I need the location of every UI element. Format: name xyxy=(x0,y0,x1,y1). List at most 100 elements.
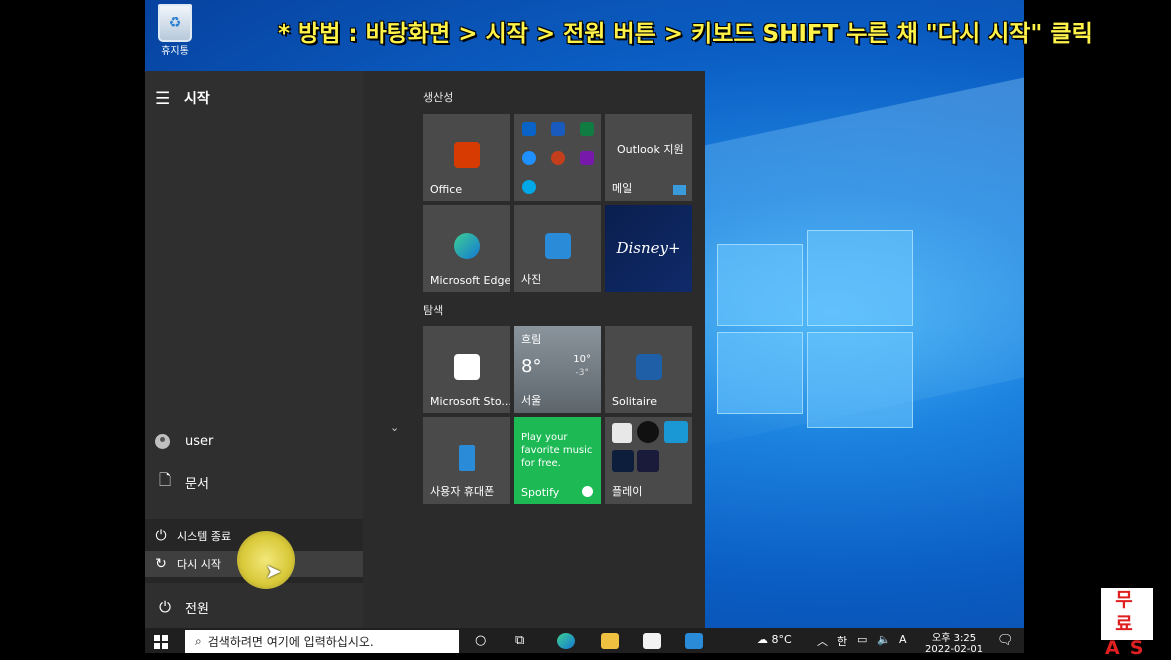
tile-play[interactable]: 플레이 xyxy=(605,417,692,504)
tile-mail[interactable]: Outlook 지원 메일 xyxy=(605,114,692,201)
skype-icon xyxy=(522,180,536,194)
tile-play-label: 플레이 xyxy=(612,485,643,498)
clock-time: 오후 3:25 xyxy=(932,633,977,644)
tile-store-label: Microsoft Sto... xyxy=(430,395,510,408)
phone-icon xyxy=(459,445,475,471)
badge-line1: 무료 xyxy=(1115,589,1143,635)
store-icon xyxy=(454,354,480,380)
document-icon: 🗋 xyxy=(158,470,172,489)
tile-photos[interactable]: 사진 xyxy=(514,205,601,292)
task-view-icon[interactable]: ⧉ xyxy=(515,633,524,648)
clock[interactable]: 오후 3:25 2022-02-01 xyxy=(925,629,983,655)
mouse-pointer-icon: ➤ xyxy=(265,559,282,583)
edge-icon xyxy=(454,233,480,259)
power-button[interactable]: ⏻ 전원 xyxy=(145,590,363,624)
badge-line2: AS xyxy=(1105,637,1154,659)
tile-store[interactable]: Microsoft Sto... xyxy=(423,326,510,413)
weather-city: 서울 xyxy=(521,394,542,407)
taskbar-search[interactable]: ⌕ 검색하려면 여기에 입력하십시오. xyxy=(185,630,459,653)
spotify-icon xyxy=(582,486,593,497)
documents-item[interactable]: 🗋 문서 xyxy=(145,465,363,499)
file-explorer-icon[interactable] xyxy=(601,633,619,649)
weather-condition: 흐림 xyxy=(521,333,542,346)
onedrive-icon xyxy=(522,151,536,165)
show-hidden-icons-icon[interactable]: ︿ xyxy=(817,633,828,649)
spotify-promo: Play your favorite music for free. xyxy=(521,432,593,469)
weather-temp: 8° xyxy=(521,356,542,377)
tile-office[interactable]: Office xyxy=(423,114,510,201)
start-menu-left-column: ☰ 시작 user 🗋 문서 ⏻ 시스템 종료 ↻ 다시 시작 ➤ ⏻ 전원 xyxy=(145,71,363,628)
mail-taskbar-icon[interactable] xyxy=(685,633,703,649)
user-account-item[interactable]: user xyxy=(145,424,363,458)
tile-solitaire[interactable]: Solitaire xyxy=(605,326,692,413)
tile-solitaire-label: Solitaire xyxy=(612,395,657,408)
shutdown-label: 시스템 종료 xyxy=(177,530,232,543)
documents-label: 문서 xyxy=(185,476,209,492)
mail-icon xyxy=(673,185,686,195)
weather-low: -3° xyxy=(575,368,589,378)
word-icon xyxy=(551,122,565,136)
weather-high: 10° xyxy=(573,354,591,365)
outlook-icon xyxy=(522,122,536,136)
free-as-badge: 무료 AS xyxy=(1101,588,1153,659)
search-placeholder: 검색하려면 여기에 입력하십시오. xyxy=(207,635,374,649)
picsart-icon xyxy=(664,450,686,472)
edge-taskbar-icon[interactable] xyxy=(557,633,575,649)
dolby-icon xyxy=(637,450,659,472)
tile-phone-label: 사용자 휴대폰 xyxy=(430,485,495,498)
recycle-bin-shortcut[interactable]: ♻ 휴지통 xyxy=(150,4,200,57)
volume-icon[interactable]: 🔈 xyxy=(877,633,891,646)
weather-widget[interactable]: ☁ 8°C xyxy=(757,633,792,646)
tile-office-apps[interactable] xyxy=(514,114,601,201)
excel-icon xyxy=(580,122,594,136)
photos-icon xyxy=(545,233,571,259)
tiktok-icon xyxy=(637,421,659,443)
group-title-explore: 탐색 xyxy=(423,304,444,317)
restart-label: 다시 시작 xyxy=(177,558,221,571)
recycle-bin-label: 휴지통 xyxy=(161,46,189,57)
photoshop-icon xyxy=(612,450,634,472)
instruction-caption: * 방법 : 바탕화면 > 시작 > 전원 버튼 > 키보드 SHIFT 누른 … xyxy=(278,21,1093,47)
store-taskbar-icon[interactable] xyxy=(643,633,661,649)
group-title-productivity: 생산성 xyxy=(423,91,454,104)
windows-logo-wallpaper xyxy=(717,230,913,428)
taskbar-weather-temp: 8°C xyxy=(771,633,792,646)
tile-disney[interactable]: Disney+ xyxy=(605,205,692,292)
tile-office-label: Office xyxy=(430,183,463,196)
recycle-bin-icon: ♻ xyxy=(158,4,192,42)
ime-indicator[interactable]: 한 xyxy=(837,633,847,649)
power-icon: ⏻ xyxy=(159,598,171,616)
tile-edge[interactable]: Microsoft Edge xyxy=(423,205,510,292)
disney-logo: Disney+ xyxy=(616,239,681,257)
tile-spotify[interactable]: Play your favorite music for free. Spoti… xyxy=(514,417,601,504)
tile-photos-label: 사진 xyxy=(521,273,542,286)
start-menu-title: 시작 xyxy=(184,91,210,107)
tile-mail-label: 메일 xyxy=(612,182,633,195)
solitaire-cards-icon xyxy=(636,354,662,380)
office-icon xyxy=(454,142,480,168)
prime-video-icon xyxy=(664,421,688,443)
powerpoint-icon xyxy=(551,151,565,165)
network-icon[interactable]: ▭ xyxy=(857,633,867,646)
notification-center-icon[interactable]: 🗨 xyxy=(997,633,1014,648)
hamburger-menu-icon[interactable]: ☰ xyxy=(155,89,170,109)
power-icon: ⏻ xyxy=(155,528,167,544)
taskbar: ⌕ 검색하려면 여기에 입력하십시오. ○ ⧉ ☁ 8°C ︿ 한 ▭ 🔈 A … xyxy=(145,628,1024,655)
input-language[interactable]: A xyxy=(899,633,907,646)
search-icon: ⌕ xyxy=(195,634,202,648)
onenote-icon xyxy=(580,151,594,165)
chevron-down-icon[interactable]: ⌄ xyxy=(390,421,399,434)
tile-phone[interactable]: 사용자 휴대폰 xyxy=(423,417,510,504)
restart-icon: ↻ xyxy=(155,556,167,572)
user-avatar-icon xyxy=(155,433,170,449)
user-name: user xyxy=(185,433,214,449)
start-menu: ☰ 시작 user 🗋 문서 ⏻ 시스템 종료 ↻ 다시 시작 ➤ ⏻ 전원 ⌄ xyxy=(145,71,705,628)
power-label: 전원 xyxy=(185,601,209,617)
clock-date: 2022-02-01 xyxy=(925,644,984,655)
windows-start-icon[interactable] xyxy=(154,635,168,649)
outlook-support-label: Outlook 지원 xyxy=(617,143,684,156)
cortana-icon[interactable]: ○ xyxy=(475,633,486,648)
tile-edge-label: Microsoft Edge xyxy=(430,274,510,287)
tile-weather[interactable]: 흐림 8° 10° -3° 서울 xyxy=(514,326,601,413)
tile-spotify-label: Spotify xyxy=(521,486,560,499)
